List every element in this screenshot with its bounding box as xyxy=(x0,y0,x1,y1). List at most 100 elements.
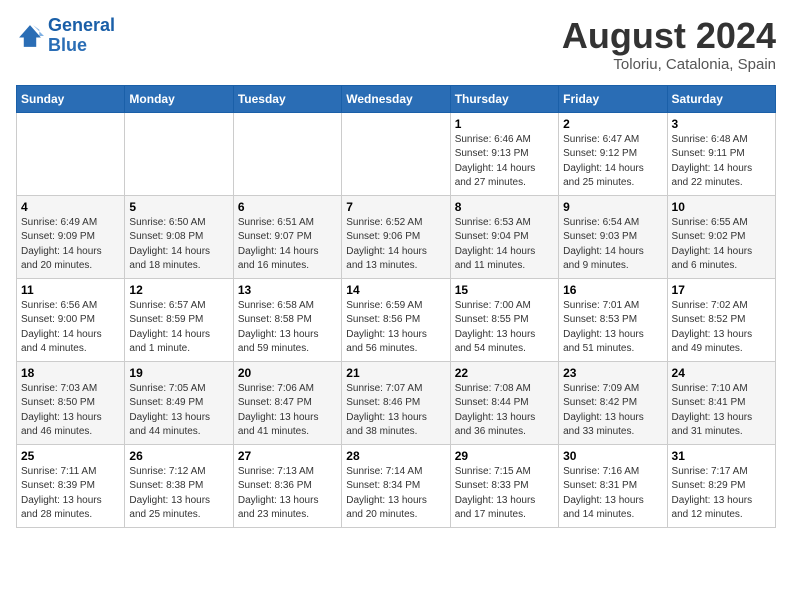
day-info: Sunrise: 7:01 AM Sunset: 8:53 PM Dayligh… xyxy=(563,299,662,357)
calendar-cell: 5 Sunrise: 6:50 AM Sunset: 9:08 PM Daylig… xyxy=(125,195,233,278)
day-info: Sunrise: 7:12 AM Sunset: 8:38 PM Dayligh… xyxy=(129,465,228,523)
calendar-cell: 12Sunrise: 6:57 AM Sunset: 8:59 PM Dayli… xyxy=(125,278,233,361)
column-header-tuesday: Tuesday xyxy=(233,85,341,112)
logo-line2: Blue xyxy=(48,35,87,55)
day-info: Sunrise: 6:52 AM Sunset: 9:06 PM Dayligh… xyxy=(346,216,445,274)
calendar-cell: 21 Sunrise: 7:07 AM Sunset: 8:46 PM Dayli… xyxy=(342,361,450,444)
day-info: Sunrise: 6:59 AM Sunset: 8:56 PM Dayligh… xyxy=(346,299,445,357)
day-number: 28 xyxy=(346,449,445,463)
column-header-sunday: Sunday xyxy=(17,85,125,112)
day-info: Sunrise: 7:14 AM Sunset: 8:34 PM Dayligh… xyxy=(346,465,445,523)
day-info: Sunrise: 7:05 AM Sunset: 8:49 PM Dayligh… xyxy=(129,382,228,440)
day-info: Sunrise: 7:17 AM Sunset: 8:29 PM Dayligh… xyxy=(672,465,771,523)
day-number: 13 xyxy=(238,283,337,297)
calendar-cell: 9 Sunrise: 6:54 AM Sunset: 9:03 PM Daylig… xyxy=(559,195,667,278)
day-info: Sunrise: 7:03 AM Sunset: 8:50 PM Dayligh… xyxy=(21,382,120,440)
day-number: 11 xyxy=(21,283,120,297)
logo-text: General Blue xyxy=(48,16,115,56)
calendar-cell: 7 Sunrise: 6:52 AM Sunset: 9:06 PM Daylig… xyxy=(342,195,450,278)
day-info: Sunrise: 6:46 AM Sunset: 9:13 PM Dayligh… xyxy=(455,133,554,191)
calendar-cell xyxy=(125,112,233,195)
day-info: Sunrise: 6:58 AM Sunset: 8:58 PM Dayligh… xyxy=(238,299,337,357)
day-info: Sunrise: 7:06 AM Sunset: 8:47 PM Dayligh… xyxy=(238,382,337,440)
calendar-cell: 8 Sunrise: 6:53 AM Sunset: 9:04 PM Daylig… xyxy=(450,195,558,278)
calendar-cell: 23 Sunrise: 7:09 AM Sunset: 8:42 PM Dayli… xyxy=(559,361,667,444)
day-number: 29 xyxy=(455,449,554,463)
day-info: Sunrise: 7:07 AM Sunset: 8:46 PM Dayligh… xyxy=(346,382,445,440)
day-number: 8 xyxy=(455,200,554,214)
calendar-cell: 3 Sunrise: 6:48 AM Sunset: 9:11 PM Daylig… xyxy=(667,112,775,195)
calendar-header-row: SundayMondayTuesdayWednesdayThursdayFrid… xyxy=(17,85,776,112)
calendar-cell: 13 Sunrise: 6:58 AM Sunset: 8:58 PM Dayli… xyxy=(233,278,341,361)
day-number: 7 xyxy=(346,200,445,214)
calendar-cell: 25Sunrise: 7:11 AM Sunset: 8:39 PM Dayli… xyxy=(17,444,125,527)
calendar-cell: 4 Sunrise: 6:49 AM Sunset: 9:09 PM Daylig… xyxy=(17,195,125,278)
calendar-cell: 24Sunrise: 7:10 AM Sunset: 8:41 PM Dayli… xyxy=(667,361,775,444)
day-info: Sunrise: 6:48 AM Sunset: 9:11 PM Dayligh… xyxy=(672,133,771,191)
calendar-cell: 20 Sunrise: 7:06 AM Sunset: 8:47 PM Dayli… xyxy=(233,361,341,444)
calendar-cell: 1 Sunrise: 6:46 AM Sunset: 9:13 PM Daylig… xyxy=(450,112,558,195)
day-info: Sunrise: 7:02 AM Sunset: 8:52 PM Dayligh… xyxy=(672,299,771,357)
title-block: August 2024 Toloriu, Catalonia, Spain xyxy=(562,16,776,73)
calendar-week-row: 11 Sunrise: 6:56 AM Sunset: 9:00 PM Dayli… xyxy=(17,278,776,361)
day-info: Sunrise: 6:55 AM Sunset: 9:02 PM Dayligh… xyxy=(672,216,771,274)
calendar-cell: 16Sunrise: 7:01 AM Sunset: 8:53 PM Dayli… xyxy=(559,278,667,361)
calendar-cell: 29 Sunrise: 7:15 AM Sunset: 8:33 PM Dayli… xyxy=(450,444,558,527)
day-info: Sunrise: 6:51 AM Sunset: 9:07 PM Dayligh… xyxy=(238,216,337,274)
day-number: 20 xyxy=(238,366,337,380)
day-number: 5 xyxy=(129,200,228,214)
day-number: 9 xyxy=(563,200,662,214)
day-info: Sunrise: 7:09 AM Sunset: 8:42 PM Dayligh… xyxy=(563,382,662,440)
column-header-saturday: Saturday xyxy=(667,85,775,112)
calendar-cell: 15Sunrise: 7:00 AM Sunset: 8:55 PM Dayli… xyxy=(450,278,558,361)
column-header-monday: Monday xyxy=(125,85,233,112)
day-info: Sunrise: 7:08 AM Sunset: 8:44 PM Dayligh… xyxy=(455,382,554,440)
day-info: Sunrise: 7:13 AM Sunset: 8:36 PM Dayligh… xyxy=(238,465,337,523)
calendar-cell: 31Sunrise: 7:17 AM Sunset: 8:29 PM Dayli… xyxy=(667,444,775,527)
calendar-cell: 28 Sunrise: 7:14 AM Sunset: 8:34 PM Dayli… xyxy=(342,444,450,527)
day-number: 17 xyxy=(672,283,771,297)
calendar-cell: 14 Sunrise: 6:59 AM Sunset: 8:56 PM Dayli… xyxy=(342,278,450,361)
day-info: Sunrise: 7:16 AM Sunset: 8:31 PM Dayligh… xyxy=(563,465,662,523)
logo-line1: General xyxy=(48,15,115,35)
day-number: 10 xyxy=(672,200,771,214)
day-number: 1 xyxy=(455,117,554,131)
column-header-friday: Friday xyxy=(559,85,667,112)
calendar-cell xyxy=(342,112,450,195)
calendar-week-row: 4 Sunrise: 6:49 AM Sunset: 9:09 PM Daylig… xyxy=(17,195,776,278)
day-number: 26 xyxy=(129,449,228,463)
calendar-week-row: 18Sunrise: 7:03 AM Sunset: 8:50 PM Dayli… xyxy=(17,361,776,444)
calendar-cell: 17 Sunrise: 7:02 AM Sunset: 8:52 PM Dayli… xyxy=(667,278,775,361)
day-number: 23 xyxy=(563,366,662,380)
calendar-cell: 26 Sunrise: 7:12 AM Sunset: 8:38 PM Dayli… xyxy=(125,444,233,527)
logo-icon xyxy=(16,22,44,50)
calendar-cell xyxy=(233,112,341,195)
day-info: Sunrise: 7:15 AM Sunset: 8:33 PM Dayligh… xyxy=(455,465,554,523)
calendar-cell: 18Sunrise: 7:03 AM Sunset: 8:50 PM Dayli… xyxy=(17,361,125,444)
day-info: Sunrise: 6:56 AM Sunset: 9:00 PM Dayligh… xyxy=(21,299,120,357)
calendar-cell: 10 Sunrise: 6:55 AM Sunset: 9:02 PM Dayli… xyxy=(667,195,775,278)
calendar-cell: 11 Sunrise: 6:56 AM Sunset: 9:00 PM Dayli… xyxy=(17,278,125,361)
day-info: Sunrise: 6:47 AM Sunset: 9:12 PM Dayligh… xyxy=(563,133,662,191)
day-info: Sunrise: 6:50 AM Sunset: 9:08 PM Dayligh… xyxy=(129,216,228,274)
day-number: 22 xyxy=(455,366,554,380)
calendar-title: August 2024 xyxy=(562,16,776,56)
calendar-cell xyxy=(17,112,125,195)
calendar-week-row: 25Sunrise: 7:11 AM Sunset: 8:39 PM Dayli… xyxy=(17,444,776,527)
day-info: Sunrise: 6:49 AM Sunset: 9:09 PM Dayligh… xyxy=(21,216,120,274)
day-info: Sunrise: 6:53 AM Sunset: 9:04 PM Dayligh… xyxy=(455,216,554,274)
day-number: 30 xyxy=(563,449,662,463)
calendar-cell: 2Sunrise: 6:47 AM Sunset: 9:12 PM Daylig… xyxy=(559,112,667,195)
logo: General Blue xyxy=(16,16,115,56)
day-info: Sunrise: 7:11 AM Sunset: 8:39 PM Dayligh… xyxy=(21,465,120,523)
calendar-subtitle: Toloriu, Catalonia, Spain xyxy=(562,56,776,73)
column-header-wednesday: Wednesday xyxy=(342,85,450,112)
day-number: 21 xyxy=(346,366,445,380)
day-info: Sunrise: 6:54 AM Sunset: 9:03 PM Dayligh… xyxy=(563,216,662,274)
day-number: 3 xyxy=(672,117,771,131)
calendar-cell: 22 Sunrise: 7:08 AM Sunset: 8:44 PM Dayli… xyxy=(450,361,558,444)
calendar-cell: 19Sunrise: 7:05 AM Sunset: 8:49 PM Dayli… xyxy=(125,361,233,444)
day-number: 14 xyxy=(346,283,445,297)
day-info: Sunrise: 6:57 AM Sunset: 8:59 PM Dayligh… xyxy=(129,299,228,357)
day-number: 4 xyxy=(21,200,120,214)
